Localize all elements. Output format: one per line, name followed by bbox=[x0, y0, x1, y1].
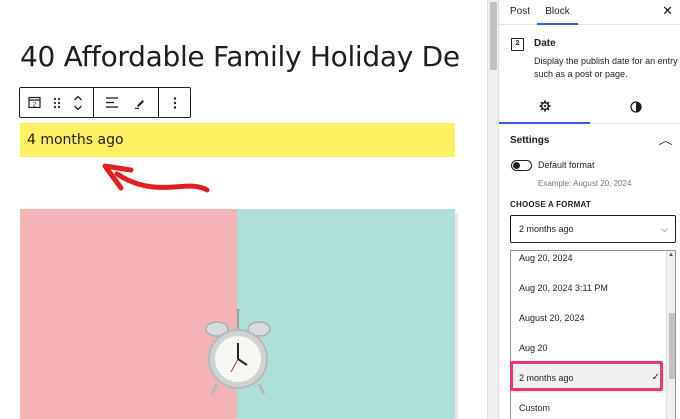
date-block[interactable]: 4 months ago bbox=[20, 123, 455, 157]
scroll-up-arrow-icon[interactable]: ▲ bbox=[668, 252, 674, 258]
inspector-tabs bbox=[499, 90, 680, 124]
svg-text:2: 2 bbox=[33, 101, 37, 108]
close-icon[interactable]: ✕ bbox=[662, 4, 673, 18]
chevron-down-icon: ⌵ bbox=[661, 224, 668, 234]
editor-scrollbar[interactable] bbox=[487, 0, 498, 419]
block-card-title: Date bbox=[534, 38, 556, 49]
choose-format-label: CHOOSE A FORMAT bbox=[510, 200, 591, 209]
format-select[interactable]: 2 months ago ⌵ bbox=[510, 215, 676, 243]
format-select-value: 2 months ago bbox=[519, 224, 574, 234]
block-toolbar: 2 bbox=[19, 87, 191, 118]
default-format-toggle[interactable] bbox=[511, 160, 532, 171]
move-up-down-icon[interactable] bbox=[67, 88, 89, 117]
toolbar-group-block: 2 bbox=[20, 88, 94, 117]
toolbar-group-more bbox=[159, 88, 190, 117]
calendar-icon[interactable]: 2 bbox=[24, 88, 46, 117]
highlight-pen-icon[interactable] bbox=[128, 88, 152, 117]
block-card-description: Display the publish date for an entry su… bbox=[534, 56, 678, 79]
tab-block[interactable]: Block bbox=[537, 0, 578, 25]
chevron-up-icon[interactable]: ︿ bbox=[658, 132, 672, 148]
dropdown-scrollbar-thumb[interactable] bbox=[669, 313, 675, 379]
format-option-selected[interactable]: 2 months ago ✓ bbox=[511, 363, 666, 393]
format-option[interactable]: Aug 20 bbox=[511, 333, 666, 363]
date-block-icon: 2 bbox=[511, 38, 524, 51]
featured-image[interactable] bbox=[20, 209, 455, 419]
contrast-icon bbox=[629, 101, 642, 113]
tab-styles[interactable] bbox=[590, 90, 680, 124]
sidebar-tabs: Post Block ✕ bbox=[499, 0, 680, 25]
gear-icon bbox=[539, 100, 550, 112]
checkmark-icon: ✓ bbox=[651, 372, 660, 383]
settings-sidebar: Post Block ✕ 2 Date Display the publish … bbox=[498, 0, 680, 419]
tab-post[interactable]: Post bbox=[510, 0, 530, 25]
settings-panel-title[interactable]: Settings bbox=[510, 135, 549, 146]
drag-handle-icon[interactable] bbox=[46, 88, 68, 117]
post-title[interactable]: 40 Affordable Family Holiday Destination… bbox=[20, 40, 460, 92]
format-option[interactable]: August 20, 2024 bbox=[511, 303, 666, 333]
toggle-knob bbox=[513, 162, 520, 169]
format-option[interactable]: Aug 20, 2024 3:11 PM bbox=[511, 273, 666, 303]
more-options-icon[interactable] bbox=[163, 88, 187, 117]
editor-canvas: 40 Affordable Family Holiday Destination… bbox=[0, 0, 487, 419]
format-option[interactable]: Aug 20, 2024 bbox=[511, 251, 666, 273]
dropdown-scrollbar[interactable]: ▲ bbox=[666, 251, 675, 419]
format-option-label: 2 months ago bbox=[519, 373, 574, 383]
alarm-clock-icon bbox=[205, 309, 271, 395]
format-dropdown-list: Aug 20, 2024 Aug 20, 2024 3:11 PM August… bbox=[510, 250, 676, 419]
default-format-label: Default format bbox=[538, 160, 595, 170]
tab-settings[interactable] bbox=[499, 90, 590, 124]
align-left-icon[interactable] bbox=[100, 88, 124, 117]
format-option[interactable]: Custom bbox=[511, 393, 666, 419]
editor-scrollbar-thumb[interactable] bbox=[490, 2, 497, 70]
image-edge bbox=[455, 213, 458, 419]
toolbar-group-format bbox=[94, 88, 159, 117]
format-example: Example: August 20, 2024 bbox=[538, 179, 632, 188]
